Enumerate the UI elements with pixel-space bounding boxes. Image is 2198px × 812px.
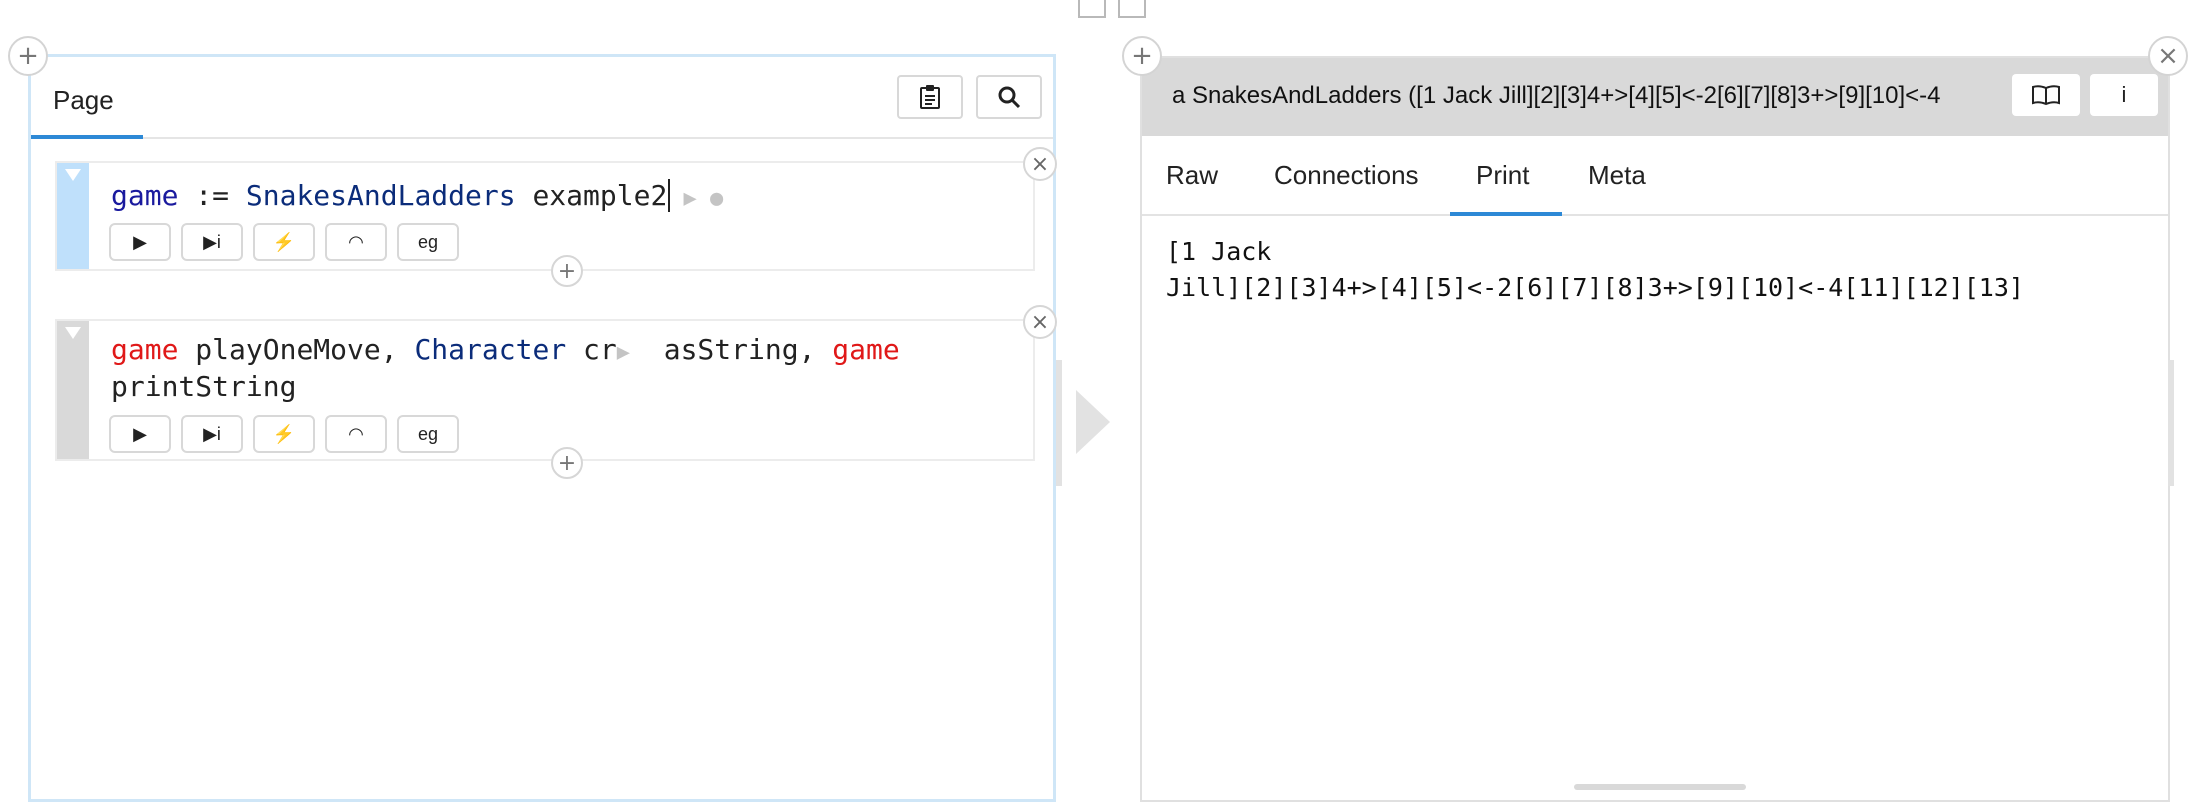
plus-icon: +	[557, 258, 577, 284]
snippet-toolbar: ▶ ▶i ⚡ ◠ eg	[109, 415, 459, 453]
tab-print[interactable]: Print	[1476, 160, 1529, 191]
code-token: printString	[111, 370, 297, 403]
pane-resize-handle[interactable]	[2168, 360, 2174, 486]
eg-label: eg	[417, 231, 439, 252]
code-token: game	[111, 333, 179, 366]
inspector-tabs: Raw Connections Print Meta	[1142, 136, 2168, 216]
tab-meta[interactable]: Meta	[1588, 160, 1646, 191]
close-icon: ×	[1030, 151, 1050, 177]
expand-arrow-icon[interactable]: ▶ ●	[670, 186, 724, 211]
play-icon: ▶	[133, 423, 147, 444]
book-icon	[2032, 85, 2060, 106]
plus-icon: +	[17, 41, 39, 71]
tab-connections[interactable]: Connections	[1274, 160, 1419, 191]
code-token: SnakesAndLadders	[245, 179, 516, 212]
tab-page[interactable]: Page	[53, 85, 114, 116]
inspector-pane: a SnakesAndLadders ([1 Jack Jill][2][3]4…	[1140, 56, 2170, 802]
code-token: game	[832, 333, 900, 366]
print-line: Jill][2][3]4+>[4][5]<-2[6][7][8]3+>[9][1…	[1166, 273, 2024, 302]
gauge-icon: ◠	[348, 423, 364, 444]
snippet-selection-bar[interactable]	[57, 321, 89, 459]
play-inspect-icon: ▶i	[203, 231, 221, 252]
lightning-icon: ⚡	[272, 231, 296, 252]
example-button[interactable]: eg	[397, 415, 459, 453]
close-icon: ×	[1030, 309, 1050, 335]
close-pane-button[interactable]: ×	[2148, 36, 2188, 76]
snippet-selection-bar[interactable]	[57, 163, 89, 269]
run-button[interactable]: ▶	[109, 223, 171, 261]
snippet-code[interactable]: game playOneMove, Character cr▶ asString…	[111, 333, 900, 404]
clipboard-icon	[920, 85, 940, 109]
print-line: [1 Jack	[1166, 237, 1272, 266]
code-snippet-1[interactable]: game := SnakesAndLadders example2 ▶ ● ▶ …	[55, 147, 1057, 287]
add-right-pane-button[interactable]: +	[1122, 36, 1162, 76]
run-inspect-button[interactable]: ▶i	[181, 415, 243, 453]
play-inspect-icon: ▶i	[203, 423, 221, 444]
code-token: Character	[414, 333, 567, 366]
close-snippet-button[interactable]: ×	[1023, 305, 1057, 339]
gauge-icon: ◠	[348, 231, 364, 252]
add-snippet-button[interactable]: +	[551, 255, 583, 287]
search-button[interactable]	[976, 75, 1042, 119]
clipboard-button[interactable]	[897, 75, 963, 119]
code-token: playOneMove,	[178, 333, 415, 366]
code-token: cr	[566, 333, 617, 366]
info-button[interactable]: i	[2090, 74, 2158, 116]
browse-button[interactable]	[2012, 74, 2080, 116]
close-snippet-button[interactable]: ×	[1023, 147, 1057, 181]
tab-underline	[31, 135, 143, 139]
snippet-toolbar: ▶ ▶i ⚡ ◠ eg	[109, 223, 459, 261]
window-layout-icons	[1078, 0, 1146, 18]
horizontal-scrollbar[interactable]	[1574, 784, 1746, 790]
example-button[interactable]: eg	[397, 223, 459, 261]
profile-button[interactable]: ◠	[325, 415, 387, 453]
code-token: :=	[178, 179, 246, 212]
code-snippet-2[interactable]: game playOneMove, Character cr▶ asString…	[55, 305, 1057, 479]
code-token: asString,	[630, 333, 833, 366]
inspector-title-bar: a SnakesAndLadders ([1 Jack Jill][2][3]4…	[1142, 58, 2168, 136]
play-icon: ▶	[133, 231, 147, 252]
page-pane: Page game := SnakesAndLadders example2 ▶…	[28, 54, 1057, 802]
active-tab-underline	[1450, 212, 1562, 216]
debug-button[interactable]: ⚡	[253, 415, 315, 453]
run-inspect-button[interactable]: ▶i	[181, 223, 243, 261]
collapse-triangle-icon[interactable]	[65, 169, 81, 181]
code-token: game	[111, 179, 179, 212]
code-token: example2	[515, 179, 668, 212]
search-icon	[998, 86, 1021, 109]
expand-arrow-icon[interactable]: ▶	[617, 340, 630, 365]
plus-icon: +	[557, 450, 577, 476]
add-left-pane-button[interactable]: +	[8, 36, 48, 76]
pane-arrow-icon	[1076, 390, 1110, 454]
snippet-code[interactable]: game := SnakesAndLadders example2 ▶ ●	[111, 179, 723, 216]
pane-resize-handle[interactable]	[1056, 360, 1062, 486]
close-icon: ×	[2157, 41, 2179, 71]
eg-label: eg	[417, 423, 439, 444]
tab-raw[interactable]: Raw	[1166, 160, 1218, 191]
inspector-title: a SnakesAndLadders ([1 Jack Jill][2][3]4…	[1172, 82, 1941, 109]
print-output: [1 Jack Jill][2][3]4+>[4][5]<-2[6][7][8]…	[1166, 234, 2024, 306]
add-snippet-button[interactable]: +	[551, 447, 583, 479]
info-icon: i	[2121, 82, 2127, 107]
debug-button[interactable]: ⚡	[253, 223, 315, 261]
collapse-triangle-icon[interactable]	[65, 327, 81, 339]
plus-icon: +	[1131, 41, 1153, 71]
lightning-icon: ⚡	[272, 423, 296, 444]
run-button[interactable]: ▶	[109, 415, 171, 453]
page-header: Page	[31, 57, 1053, 139]
profile-button[interactable]: ◠	[325, 223, 387, 261]
